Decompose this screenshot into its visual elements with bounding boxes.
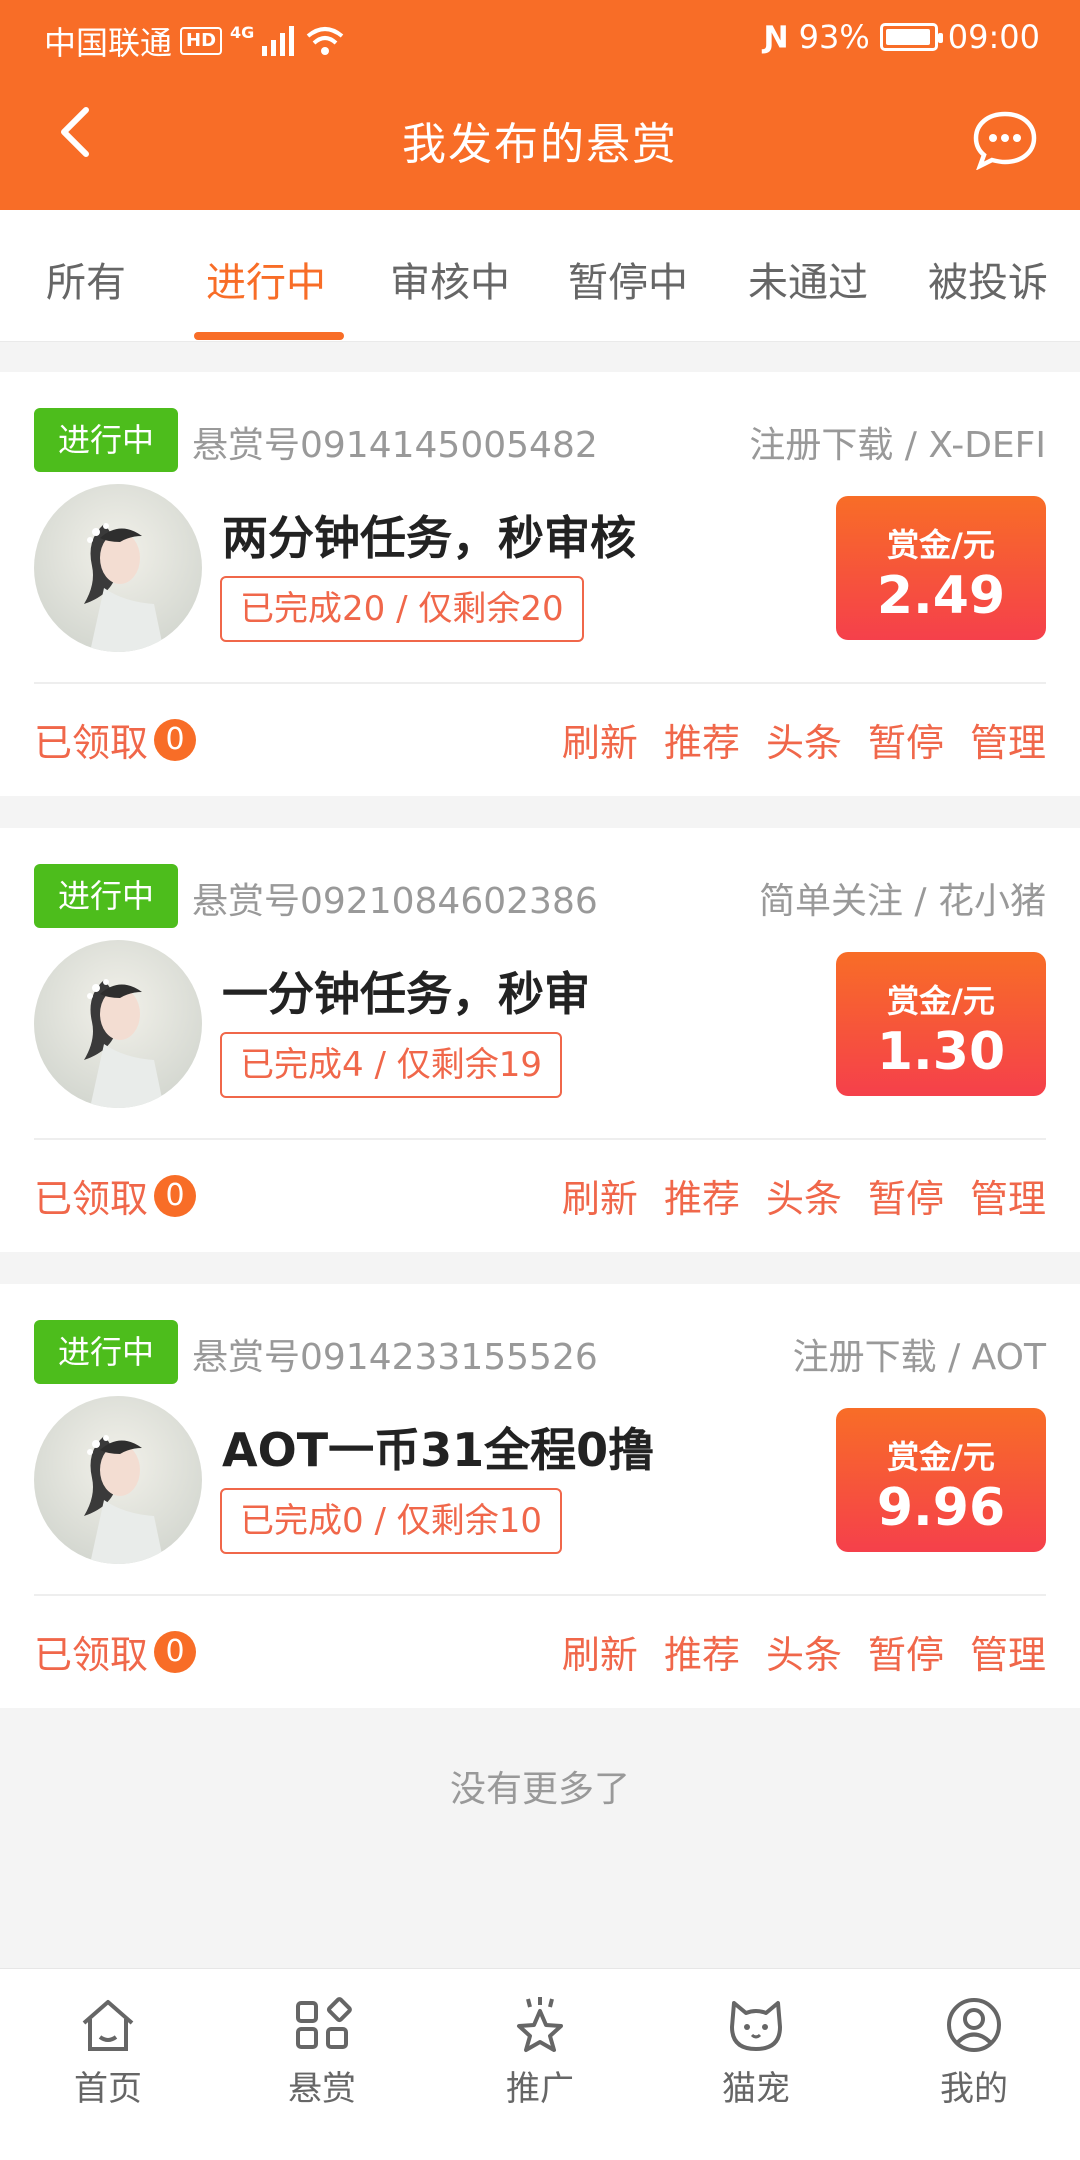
manage-button[interactable]: 管理 <box>970 1624 1046 1679</box>
manage-button[interactable]: 管理 <box>970 712 1046 767</box>
task-progress: 已完成0 / 仅剩余10 <box>220 1488 562 1554</box>
task-number: 悬赏号0914233155526 <box>192 1337 598 1378</box>
user-icon <box>947 1998 1001 2052</box>
app-header: 中国联通 HD 4G Ɲ 93% 09:00 我发布的悬赏 <box>0 0 1080 210</box>
status-badge: 进行中 <box>34 864 178 928</box>
wifi-icon <box>307 27 344 55</box>
nav-pet[interactable]: 猫宠 <box>686 1997 826 2110</box>
claimed-count: 0 <box>154 1174 197 1217</box>
task-category: 注册下载 / X-DEFI <box>749 425 1046 466</box>
tab-complained[interactable]: 被投诉 <box>928 250 1048 308</box>
claimed-info: 已领取 0 <box>34 712 197 767</box>
avatar <box>34 1396 202 1564</box>
manage-button[interactable]: 管理 <box>970 1168 1046 1223</box>
task-category: 注册下载 / AOT <box>792 1337 1046 1378</box>
task-progress: 已完成4 / 仅剩余19 <box>220 1032 562 1098</box>
hd-badge: HD <box>180 27 223 55</box>
pause-button[interactable]: 暂停 <box>868 1168 944 1223</box>
nav-promote[interactable]: 推广 <box>470 1997 610 2110</box>
task-title: AOT一币31全程0撸 <box>222 1423 655 1477</box>
claimed-count: 0 <box>154 718 197 761</box>
reward-box: 赏金/元 2.49 <box>836 496 1046 640</box>
claimed-count: 0 <box>154 1630 197 1673</box>
refresh-button[interactable]: 刷新 <box>562 1624 638 1679</box>
tab-in-progress[interactable]: 进行中 <box>206 250 326 308</box>
task-title: 一分钟任务，秒审 <box>222 967 590 1021</box>
avatar <box>34 484 202 652</box>
status-badge: 进行中 <box>34 408 178 472</box>
claimed-info: 已领取 0 <box>34 1168 197 1223</box>
cat-icon <box>730 2001 782 2051</box>
tab-reviewing[interactable]: 审核中 <box>390 250 510 308</box>
task-category: 简单关注 / 花小猪 <box>758 881 1046 922</box>
nav-bounty[interactable]: 悬赏 <box>252 1997 392 2110</box>
task-number: 悬赏号0914145005482 <box>192 425 598 466</box>
task-card[interactable]: 进行中 悬赏号0914145005482 注册下载 / X-DEFI 两分钟任务… <box>0 372 1080 796</box>
status-badge: 进行中 <box>34 1320 178 1384</box>
headline-button[interactable]: 头条 <box>766 712 842 767</box>
tab-rejected[interactable]: 未通过 <box>748 250 868 308</box>
signal-icon <box>262 26 295 56</box>
pause-button[interactable]: 暂停 <box>868 712 944 767</box>
reward-box: 赏金/元 1.30 <box>836 952 1046 1096</box>
message-icon[interactable] <box>972 110 1038 170</box>
divider <box>34 1594 1046 1596</box>
reward-label: 赏金/元 <box>887 526 995 564</box>
headline-button[interactable]: 头条 <box>766 1624 842 1679</box>
refresh-button[interactable]: 刷新 <box>562 712 638 767</box>
recommend-button[interactable]: 推荐 <box>664 1168 740 1223</box>
pause-button[interactable]: 暂停 <box>868 1624 944 1679</box>
battery-icon <box>879 23 943 51</box>
nav-mine[interactable]: 我的 <box>904 1997 1044 2110</box>
card-actions: 刷新 推荐 头条 暂停 管理 <box>562 1624 1046 1679</box>
star-icon <box>517 1997 563 2052</box>
headline-button[interactable]: 头条 <box>766 1168 842 1223</box>
refresh-button[interactable]: 刷新 <box>562 1168 638 1223</box>
reward-label: 赏金/元 <box>887 982 995 1020</box>
divider <box>34 682 1046 684</box>
no-more-text: 没有更多了 <box>449 1769 630 1810</box>
grid-icon <box>296 1997 352 2049</box>
tab-paused[interactable]: 暂停中 <box>568 250 688 308</box>
reward-amount: 1.30 <box>876 1022 1006 1082</box>
task-number: 悬赏号0921084602386 <box>192 881 598 922</box>
task-card[interactable]: 进行中 悬赏号0914233155526 注册下载 / AOT AOT一币31全… <box>0 1284 1080 1708</box>
card-actions: 刷新 推荐 头条 暂停 管理 <box>562 712 1046 767</box>
page-title: 我发布的悬赏 <box>402 119 678 170</box>
claimed-info: 已领取 0 <box>34 1624 197 1679</box>
task-progress: 已完成20 / 仅剩余20 <box>220 576 584 642</box>
reward-box: 赏金/元 9.96 <box>836 1408 1046 1552</box>
claimed-label: 已领取 <box>34 1177 149 1221</box>
avatar <box>34 940 202 1108</box>
task-title: 两分钟任务，秒审核 <box>222 511 636 565</box>
reward-label: 赏金/元 <box>887 1438 995 1476</box>
recommend-button[interactable]: 推荐 <box>664 1624 740 1679</box>
divider <box>34 1138 1046 1140</box>
recommend-button[interactable]: 推荐 <box>664 712 740 767</box>
active-tab-indicator <box>194 332 344 340</box>
card-actions: 刷新 推荐 头条 暂停 管理 <box>562 1168 1046 1223</box>
status-bar: 中国联通 HD 4G Ɲ 93% 09:00 <box>0 0 1080 72</box>
nav-home[interactable]: 首页 <box>38 1997 178 2110</box>
reward-amount: 2.49 <box>876 566 1006 626</box>
carrier-name: 中国联通 <box>44 24 173 62</box>
status-tabs: 所有 进行中 审核中 暂停中 未通过 被投诉 <box>0 210 1080 342</box>
battery-percent: 93% <box>798 18 870 56</box>
nfc-icon: Ɲ <box>763 19 789 55</box>
clock: 09:00 <box>947 18 1040 56</box>
claimed-label: 已领取 <box>34 721 149 765</box>
task-card[interactable]: 进行中 悬赏号0921084602386 简单关注 / 花小猪 一分钟任务，秒审… <box>0 828 1080 1252</box>
claimed-label: 已领取 <box>34 1633 149 1677</box>
tab-all[interactable]: 所有 <box>46 250 126 308</box>
home-icon <box>82 2000 134 2051</box>
network-type: 4G <box>230 22 255 42</box>
reward-amount: 9.96 <box>876 1478 1006 1538</box>
bottom-nav: 首页 悬赏 推广 猫宠 我的 <box>0 1968 1080 2160</box>
